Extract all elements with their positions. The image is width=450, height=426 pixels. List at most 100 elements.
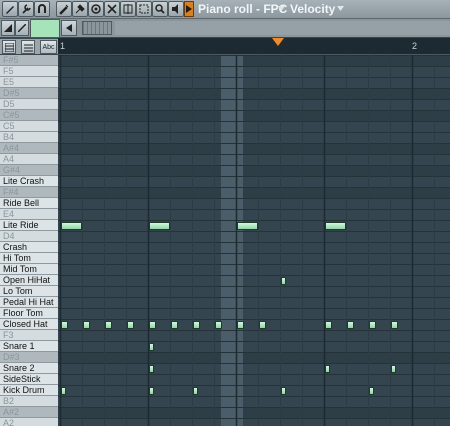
note-block[interactable]	[237, 221, 258, 230]
piano-key[interactable]: E5	[0, 77, 58, 88]
chevron-down-icon[interactable]	[337, 6, 344, 11]
chevron-down-icon[interactable]	[278, 6, 285, 11]
window-title: Piano roll - FPC	[198, 2, 288, 16]
delete-tool-button[interactable]	[88, 1, 104, 17]
black-key-row	[58, 143, 450, 154]
piano-key[interactable]: Ride Bell	[0, 198, 58, 209]
slide-button[interactable]	[15, 20, 29, 36]
piano-key[interactable]: F#4	[0, 187, 58, 198]
delete-tool-icon	[91, 4, 101, 14]
magnet-button[interactable]	[34, 1, 50, 17]
keyboard-icon	[4, 42, 14, 52]
horizontal-scrollbar-track[interactable]	[115, 21, 450, 35]
list-icon	[23, 44, 33, 51]
note-block[interactable]	[325, 221, 346, 230]
note-block[interactable]	[127, 320, 134, 329]
black-key-row	[58, 352, 450, 363]
event-target-selector[interactable]: Velocity	[290, 2, 335, 16]
piano-key[interactable]: A#4	[0, 143, 58, 154]
note-block[interactable]	[237, 320, 244, 329]
note-block[interactable]	[193, 386, 198, 395]
diagonal-icon	[18, 24, 26, 32]
timeline-ruler[interactable]: 1 2	[58, 38, 450, 55]
note-block[interactable]	[391, 364, 396, 373]
piano-key[interactable]: Lite Ride	[0, 220, 58, 231]
note-block[interactable]	[391, 320, 398, 329]
piano-key[interactable]: Floor Tom	[0, 308, 58, 319]
zoom-tool-button[interactable]	[152, 1, 168, 17]
note-block[interactable]	[369, 386, 374, 395]
piano-key[interactable]: Hi Tom	[0, 253, 58, 264]
stamp-button[interactable]	[1, 20, 15, 36]
piano-key[interactable]: E4	[0, 209, 58, 220]
note-block[interactable]	[61, 221, 82, 230]
note-block[interactable]	[215, 320, 222, 329]
note-block[interactable]	[281, 386, 286, 395]
note-block[interactable]	[171, 320, 178, 329]
piano-key[interactable]: B2	[0, 396, 58, 407]
piano-key[interactable]: Snare 1	[0, 341, 58, 352]
piano-key[interactable]: Lite Crash	[0, 176, 58, 187]
piano-key[interactable]: Open HiHat	[0, 275, 58, 286]
horizontal-scroll-thumb[interactable]	[82, 21, 112, 35]
paint-tool-button[interactable]	[72, 1, 88, 17]
note-block[interactable]	[61, 320, 68, 329]
piano-key[interactable]: SideStick	[0, 374, 58, 385]
note-block[interactable]	[259, 320, 266, 329]
menu-arrow-button[interactable]	[184, 1, 194, 17]
pencil-tool-button[interactable]	[2, 1, 18, 17]
piano-key[interactable]: Closed Hat	[0, 319, 58, 330]
note-block[interactable]	[61, 386, 66, 395]
piano-key[interactable]: F5	[0, 66, 58, 77]
piano-key[interactable]: Snare 2	[0, 363, 58, 374]
piano-key[interactable]: C#5	[0, 110, 58, 121]
piano-key[interactable]: D#3	[0, 352, 58, 363]
piano-key[interactable]: A#2	[0, 407, 58, 418]
piano-key[interactable]: C5	[0, 121, 58, 132]
note-block[interactable]	[369, 320, 376, 329]
piano-key[interactable]: D#5	[0, 88, 58, 99]
piano-key[interactable]: A2	[0, 418, 58, 426]
note-grid[interactable]	[58, 55, 450, 426]
playback-tool-button[interactable]	[168, 1, 184, 17]
note-block[interactable]	[83, 320, 90, 329]
piano-key[interactable]: D5	[0, 99, 58, 110]
scroll-left-button[interactable]	[61, 20, 77, 36]
piano-key[interactable]: Mid Tom	[0, 264, 58, 275]
paint-tool-icon	[75, 4, 85, 14]
piano-key[interactable]: F#5	[0, 55, 58, 66]
select-tool-icon	[139, 4, 149, 14]
note-block[interactable]	[149, 221, 170, 230]
playhead-marker-icon[interactable]	[272, 38, 284, 46]
note-names-button[interactable]	[21, 40, 35, 54]
draw-tool-button[interactable]	[56, 1, 72, 17]
piano-key[interactable]: G#4	[0, 165, 58, 176]
note-block[interactable]	[325, 320, 332, 329]
bar-number: 2	[412, 41, 418, 51]
piano-key[interactable]: Lo Tom	[0, 286, 58, 297]
select-tool-button[interactable]	[136, 1, 152, 17]
wrench-tool-button[interactable]	[18, 1, 34, 17]
note-color-swatch[interactable]	[30, 19, 60, 38]
piano-key[interactable]: B4	[0, 132, 58, 143]
piano-key[interactable]: Crash	[0, 242, 58, 253]
note-block[interactable]	[347, 320, 354, 329]
note-block[interactable]	[281, 276, 286, 285]
label-abc-button[interactable]: Abc	[40, 40, 57, 54]
note-block[interactable]	[325, 364, 330, 373]
piano-key[interactable]: D4	[0, 231, 58, 242]
note-block[interactable]	[149, 320, 156, 329]
piano-key[interactable]: A4	[0, 154, 58, 165]
piano-key[interactable]: F3	[0, 330, 58, 341]
note-block[interactable]	[193, 320, 200, 329]
note-block[interactable]	[149, 342, 154, 351]
note-block[interactable]	[149, 386, 154, 395]
note-block[interactable]	[105, 320, 112, 329]
keyboard-view-button[interactable]	[2, 40, 16, 54]
black-key-row	[58, 187, 450, 198]
note-block[interactable]	[149, 364, 154, 373]
piano-key[interactable]: Pedal Hi Hat	[0, 297, 58, 308]
slice-tool-button[interactable]	[120, 1, 136, 17]
piano-key[interactable]: Kick Drum	[0, 385, 58, 396]
mute-tool-button[interactable]	[104, 1, 120, 17]
